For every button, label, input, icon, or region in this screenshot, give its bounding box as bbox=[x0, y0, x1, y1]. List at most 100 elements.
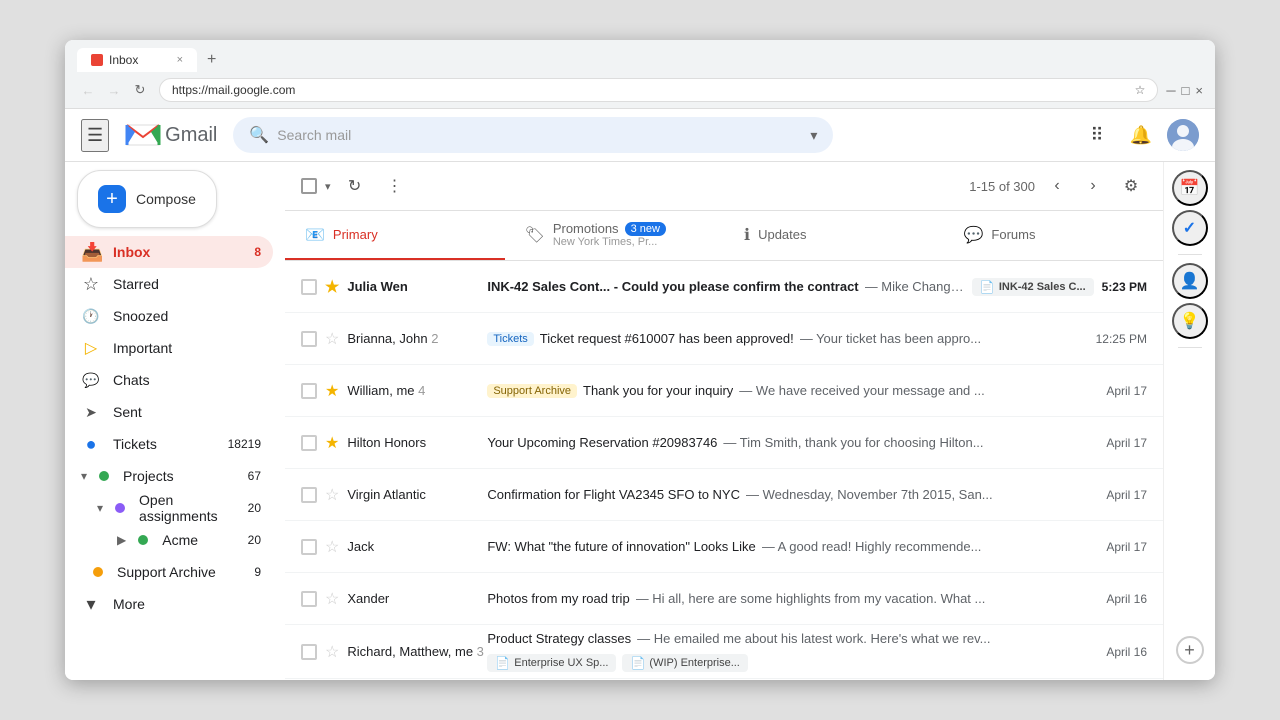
open-assignments-badge: 20 bbox=[248, 501, 261, 515]
search-expand-icon[interactable]: ▾ bbox=[810, 127, 817, 144]
search-bar[interactable]: 🔍 Search mail ▾ bbox=[233, 117, 833, 153]
row-subject: Your Upcoming Reservation #20983746 bbox=[487, 435, 717, 450]
user-avatar[interactable] bbox=[1167, 119, 1199, 151]
browser-tab[interactable]: Inbox × bbox=[77, 48, 197, 72]
star-icon[interactable]: ★ bbox=[325, 433, 339, 453]
star-icon[interactable]: ★ bbox=[325, 381, 339, 401]
star-icon[interactable]: ☆ bbox=[325, 589, 339, 609]
minimize-icon[interactable]: ─ bbox=[1166, 83, 1175, 98]
star-icon[interactable]: ☆ bbox=[325, 329, 339, 349]
star-icon[interactable]: ☆ bbox=[325, 642, 339, 662]
back-button[interactable]: ← bbox=[77, 79, 99, 101]
tab-promotions[interactable]: 🏷 Promotions 3 new New York Times, Pr... bbox=[505, 211, 725, 260]
attachment-chip: 📄 INK-42 Sales C... bbox=[972, 278, 1094, 296]
refresh-button[interactable]: ↻ bbox=[339, 170, 371, 202]
row-subject: Thank you for your inquiry bbox=[583, 383, 733, 398]
next-page-button[interactable]: › bbox=[1079, 172, 1107, 200]
sent-icon: ➤ bbox=[81, 404, 101, 421]
select-dropdown-caret[interactable]: ▾ bbox=[325, 180, 331, 193]
compose-button[interactable]: + Compose bbox=[77, 170, 217, 228]
apps-button[interactable]: ⠿ bbox=[1079, 117, 1115, 153]
email-row[interactable]: ★ Julia Wen INK-42 Sales Cont... - Could… bbox=[285, 261, 1163, 313]
compose-plus-icon: + bbox=[98, 185, 126, 213]
add-addon-button[interactable]: + bbox=[1176, 636, 1204, 664]
inbox-icon: 📥 bbox=[81, 242, 101, 263]
row-checkbox[interactable] bbox=[301, 279, 317, 295]
star-icon[interactable]: ★ bbox=[325, 277, 339, 297]
projects-dot bbox=[99, 471, 109, 481]
row-checkbox[interactable] bbox=[301, 435, 317, 451]
gmail-layout: ☰ Gmail 🔍 Sear bbox=[65, 109, 1215, 680]
sidebar-item-starred[interactable]: ☆ Starred bbox=[65, 268, 273, 300]
email-row[interactable]: ☆ Brianna, John 2 Tickets Ticket request… bbox=[285, 313, 1163, 365]
sidebar-item-sent[interactable]: ➤ Sent bbox=[65, 396, 273, 428]
sidebar-item-tickets[interactable]: ● Tickets 18219 bbox=[65, 428, 273, 460]
email-row[interactable]: ☆ Jack FW: What "the future of innovatio… bbox=[285, 521, 1163, 573]
email-tabs: 📧 Primary 🏷 Promotions 3 new bbox=[285, 211, 1163, 261]
row-checkbox[interactable] bbox=[301, 331, 317, 347]
sidebar-item-open-assignments[interactable]: ▾ Open assignments 20 bbox=[65, 492, 273, 524]
more-options-button[interactable]: ⋮ bbox=[379, 170, 411, 202]
row-subject: Product Strategy classes bbox=[487, 631, 631, 646]
google-keep-button[interactable]: 💡 bbox=[1172, 303, 1208, 339]
sidebar-item-chats[interactable]: 💬 Chats bbox=[65, 364, 273, 396]
sidebar-item-important[interactable]: ▷ Important bbox=[65, 332, 273, 364]
sidebar-item-snoozed[interactable]: 🕐 Snoozed bbox=[65, 300, 273, 332]
apps-grid-icon: ⠿ bbox=[1090, 125, 1103, 146]
forward-button[interactable]: → bbox=[103, 79, 125, 101]
tickets-badge: 18219 bbox=[228, 437, 261, 451]
email-row[interactable]: ★ Hilton Honors Your Upcoming Reservatio… bbox=[285, 417, 1163, 469]
email-row[interactable]: ★ William, me 4 Support Archive Thank yo… bbox=[285, 365, 1163, 417]
acme-collapse-icon: ▶ bbox=[117, 533, 126, 547]
row-time: April 17 bbox=[1106, 384, 1147, 398]
row-checkbox[interactable] bbox=[301, 539, 317, 555]
tab-primary[interactable]: 📧 Primary bbox=[285, 211, 505, 260]
search-placeholder: Search mail bbox=[277, 127, 351, 143]
settings-button[interactable]: ⚙ bbox=[1115, 170, 1147, 202]
tab-forums[interactable]: 💬 Forums bbox=[944, 211, 1164, 260]
refresh-button[interactable]: ↻ bbox=[129, 79, 151, 101]
browser-actions: ─ □ × bbox=[1166, 83, 1203, 98]
row-checkbox[interactable] bbox=[301, 591, 317, 607]
close-icon[interactable]: × bbox=[1195, 83, 1203, 98]
row-checkbox[interactable] bbox=[301, 644, 317, 660]
tab-close-button[interactable]: × bbox=[177, 54, 183, 66]
sidebar-item-acme[interactable]: ▶ Acme 20 bbox=[65, 524, 273, 556]
forums-tab-icon: 💬 bbox=[964, 225, 984, 245]
star-icon[interactable]: ☆ bbox=[325, 485, 339, 505]
google-calendar-button[interactable]: 📅 bbox=[1172, 170, 1208, 206]
promotions-badge: 3 new bbox=[625, 222, 666, 236]
gmail-logo-svg bbox=[125, 121, 161, 149]
hamburger-menu-button[interactable]: ☰ bbox=[81, 119, 109, 152]
email-row[interactable]: ☆ Virgin Atlantic Confirmation for Fligh… bbox=[285, 469, 1163, 521]
support-archive-label: Support Archive bbox=[117, 564, 242, 580]
address-bar[interactable]: https://mail.google.com ☆ bbox=[159, 78, 1158, 102]
row-checkbox[interactable] bbox=[301, 487, 317, 503]
new-tab-button[interactable]: + bbox=[201, 51, 222, 69]
sidebar-item-more[interactable]: ▾ More bbox=[65, 588, 273, 620]
notifications-button[interactable]: 🔔 bbox=[1123, 117, 1159, 153]
email-list-area: ▾ ↻ ⋮ 1-15 of 300 ‹ › bbox=[285, 162, 1163, 680]
maximize-icon[interactable]: □ bbox=[1182, 83, 1190, 98]
gmail-header: ☰ Gmail 🔍 Sear bbox=[65, 109, 1215, 162]
sidebar-item-inbox[interactable]: 📥 Inbox 8 bbox=[65, 236, 273, 268]
email-row[interactable]: ☆ Richard, Matthew, me 3 Product Strateg… bbox=[285, 625, 1163, 679]
star-icon[interactable]: ☆ bbox=[325, 537, 339, 557]
gmail-main: ☰ Gmail 🔍 Sear bbox=[65, 109, 1215, 680]
sidebar-item-support-archive[interactable]: Support Archive 9 bbox=[65, 556, 273, 588]
acme-dot bbox=[138, 535, 148, 545]
row-subject: Confirmation for Flight VA2345 SFO to NY… bbox=[487, 487, 740, 502]
row-sender: Julia Wen bbox=[347, 279, 487, 294]
gmail-wordmark: Gmail bbox=[165, 124, 217, 147]
sent-label: Sent bbox=[113, 404, 261, 420]
google-contacts-button[interactable]: 👤 bbox=[1172, 263, 1208, 299]
sidebar-item-projects[interactable]: ▾ Projects 67 bbox=[65, 460, 273, 492]
google-tasks-button[interactable]: ✓ bbox=[1172, 210, 1208, 246]
prev-page-button[interactable]: ‹ bbox=[1043, 172, 1071, 200]
email-row[interactable]: ☆ Peter, Shalini 2 Business trip — Hi, I… bbox=[285, 679, 1163, 680]
doc-icon: 📄 bbox=[495, 656, 510, 670]
select-all-checkbox[interactable] bbox=[301, 178, 317, 194]
email-row[interactable]: ☆ Xander Photos from my road trip — Hi a… bbox=[285, 573, 1163, 625]
tab-updates[interactable]: ℹ Updates bbox=[724, 211, 944, 260]
row-checkbox[interactable] bbox=[301, 383, 317, 399]
